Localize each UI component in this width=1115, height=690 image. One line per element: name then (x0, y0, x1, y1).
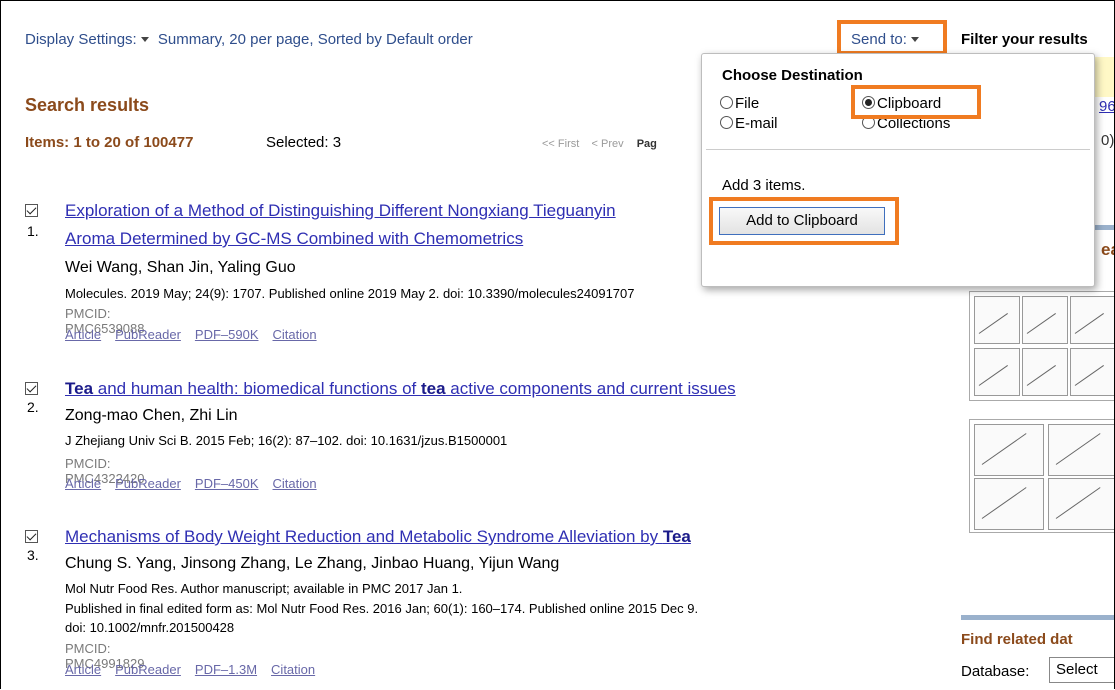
radio-file-label[interactable]: File (735, 95, 759, 112)
citation-link[interactable]: Citation (273, 327, 317, 342)
chevron-down-icon[interactable] (140, 36, 149, 42)
title-highlight[interactable]: Tea (65, 379, 93, 398)
result-checkbox[interactable] (25, 530, 38, 543)
thumb-plot (974, 348, 1020, 396)
citation-link[interactable]: Citation (271, 662, 315, 677)
result-number: 2. (27, 399, 39, 415)
radio-icon[interactable] (720, 116, 733, 129)
result-citation: Molecules. 2019 May; 24(9): 1707. Publis… (65, 286, 635, 301)
thumb-plot (974, 296, 1020, 344)
thumb-plot (1022, 296, 1068, 344)
article-link[interactable]: Article (65, 662, 101, 677)
pdf-link[interactable]: PDF–1.3M (195, 662, 257, 677)
result-citation-published: Published in final edited form as: Mol N… (65, 601, 699, 616)
citation-link[interactable]: Citation (273, 476, 317, 491)
title-text[interactable]: and human health: biomedical functions o… (93, 379, 421, 398)
thumb-plot (1022, 348, 1068, 396)
thumb-plot (974, 424, 1044, 476)
items-range: Items: 1 to 20 of 100477 (25, 134, 194, 151)
display-settings[interactable]: Display Settings: Summary, 20 per page, … (25, 31, 473, 48)
add-to-clipboard-button[interactable]: Add to Clipboard (719, 207, 885, 235)
figure-thumbnail[interactable] (969, 419, 1114, 533)
result-title[interactable]: Mechanisms of Body Weight Reduction and … (65, 527, 691, 547)
radio-icon[interactable] (720, 96, 733, 109)
send-to-label[interactable]: Send to: (851, 31, 907, 48)
result-title-line2[interactable]: Aroma Determined by GC-MS Combined with … (65, 229, 523, 249)
sidebar-partial-heading: ea (1101, 240, 1114, 259)
result-number: 1. (27, 223, 39, 239)
pubreader-link[interactable]: PubReader (115, 327, 181, 342)
result-links: Article PubReader PDF–590K Citation (65, 327, 331, 342)
chevron-down-icon[interactable] (910, 36, 919, 42)
result-citation: J Zhejiang Univ Sci B. 2015 Feb; 16(2): … (65, 433, 508, 448)
title-highlight[interactable]: Tea (663, 527, 691, 546)
database-label: Database: (961, 663, 1030, 680)
pager-first[interactable]: << First (542, 138, 579, 150)
popup-divider (706, 149, 1090, 150)
article-link[interactable]: Article (65, 476, 101, 491)
result-authors: Zong-mao Chen, Zhi Lin (65, 407, 238, 424)
result-links: Article PubReader PDF–1.3M Citation (65, 662, 329, 677)
page-frame: Display Settings: Summary, 20 per page, … (0, 0, 1115, 689)
radio-email[interactable]: E-mail (720, 115, 778, 132)
result-links: Article PubReader PDF–450K Citation (65, 476, 331, 491)
result-number: 3. (27, 547, 39, 563)
thumb-plot (1048, 478, 1114, 530)
popup-header: Choose Destination (722, 67, 863, 84)
result-authors: Wei Wang, Shan Jin, Yaling Guo (65, 259, 296, 276)
pdf-link[interactable]: PDF–450K (195, 476, 259, 491)
sidebar-divider (961, 615, 1114, 620)
clipboard-highlight (851, 85, 981, 119)
result-title[interactable]: Tea and human health: biomedical functio… (65, 379, 736, 399)
pager-prev[interactable]: < Prev (592, 138, 624, 150)
thumb-plot (974, 478, 1044, 530)
title-text[interactable]: active components and current issues (446, 379, 735, 398)
search-results-title: Search results (25, 95, 150, 115)
add-count-text: Add 3 items. (722, 177, 806, 194)
article-link[interactable]: Article (65, 327, 101, 342)
radio-file[interactable]: File (720, 95, 759, 112)
result-authors: Chung S. Yang, Jinsong Zhang, Le Zhang, … (65, 555, 560, 572)
sidebar-partial-link[interactable]: 96 (1099, 98, 1114, 115)
database-select[interactable]: Select (1049, 657, 1114, 683)
result-checkbox[interactable] (25, 382, 38, 395)
send-to-menu[interactable]: Send to: (851, 31, 924, 48)
pubreader-link[interactable]: PubReader (115, 476, 181, 491)
display-settings-label[interactable]: Display Settings: (25, 31, 137, 48)
filter-highlight (1095, 57, 1114, 97)
display-settings-value[interactable]: Summary, 20 per page, Sorted by Default … (158, 31, 473, 48)
result-doi: doi: 10.1002/mnfr.201500428 (65, 620, 235, 635)
selected-count: Selected: 3 (266, 134, 342, 151)
result-title-line1[interactable]: Exploration of a Method of Distinguishin… (65, 201, 616, 221)
thumb-plot (1070, 348, 1114, 396)
thumb-plot (1070, 296, 1114, 344)
pager-page: Pag (636, 138, 657, 150)
title-highlight[interactable]: tea (421, 379, 446, 398)
pubreader-link[interactable]: PubReader (115, 662, 181, 677)
figure-thumbnail[interactable] (969, 291, 1114, 401)
result-citation: Mol Nutr Food Res. Author manuscript; av… (65, 581, 463, 596)
result-checkbox[interactable] (25, 204, 38, 217)
thumb-plot (1048, 424, 1114, 476)
pdf-link[interactable]: PDF–590K (195, 327, 259, 342)
pager: << First < Prev Pag (542, 138, 657, 150)
title-text[interactable]: Mechanisms of Body Weight Reduction and … (65, 527, 663, 546)
radio-email-label[interactable]: E-mail (735, 115, 778, 132)
filter-results-title: Filter your results (961, 31, 1088, 48)
find-related-title: Find related dat (961, 631, 1073, 648)
sidebar-partial-count: 0) (1101, 132, 1115, 149)
